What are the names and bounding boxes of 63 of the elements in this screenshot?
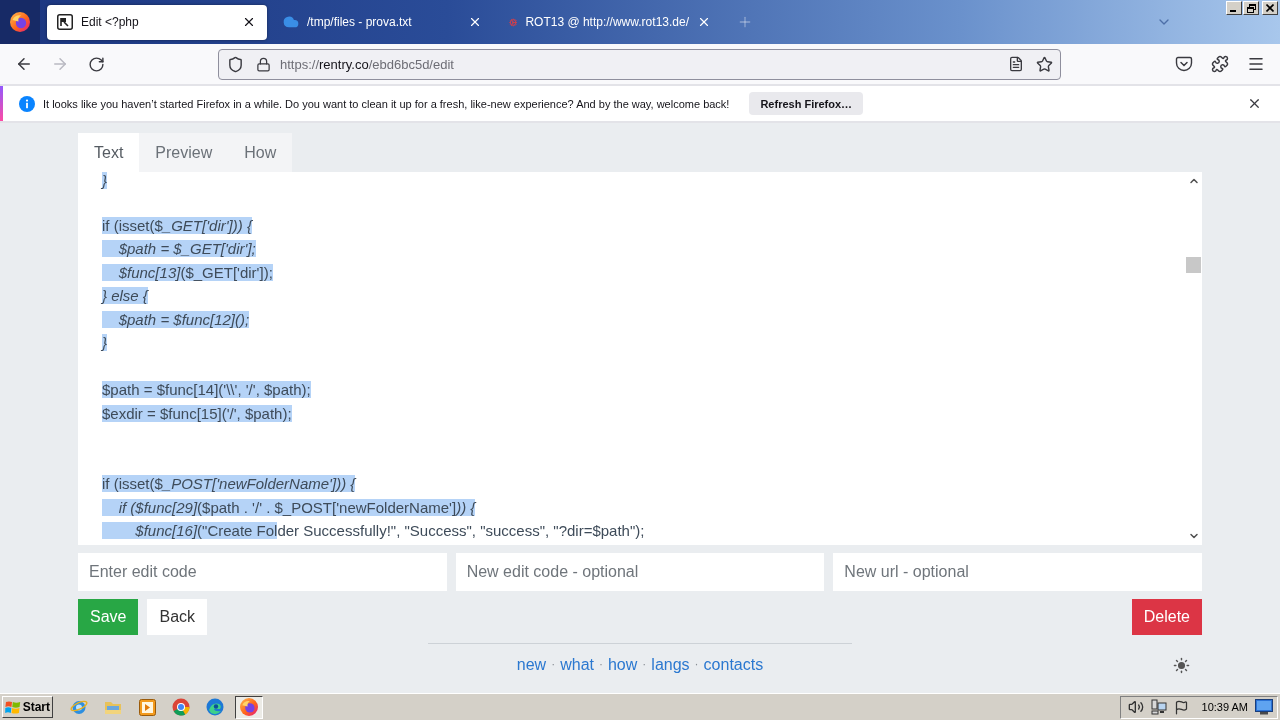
close-icon bbox=[1266, 4, 1274, 12]
document-icon[interactable] bbox=[1008, 56, 1024, 72]
speaker-icon[interactable] bbox=[1127, 699, 1144, 715]
link-separator: · bbox=[551, 657, 556, 671]
restore-icon bbox=[1246, 3, 1256, 13]
play-icon bbox=[138, 698, 156, 716]
scrollbar-thumb[interactable] bbox=[1186, 257, 1201, 273]
folder-icon bbox=[104, 699, 122, 715]
sun-icon[interactable] bbox=[1173, 656, 1190, 674]
footer-link[interactable]: how bbox=[607, 656, 638, 674]
lock-icon[interactable] bbox=[256, 56, 271, 72]
editor-tab[interactable]: Text bbox=[78, 133, 140, 172]
notification-message: It looks like you haven’t started Firefox in a while. Do you want to clean it up for a fresh, like-new experience? And by the way, welcome back! bbox=[43, 97, 730, 110]
back-button[interactable]: Back bbox=[147, 599, 208, 635]
link-separator: · bbox=[642, 657, 647, 671]
shield-icon[interactable] bbox=[227, 55, 244, 73]
close-icon bbox=[468, 15, 482, 29]
editor-tab[interactable]: Preview bbox=[139, 133, 229, 172]
four-color-flag-icon bbox=[5, 699, 21, 715]
input-field[interactable]: New edit code - optional bbox=[455, 553, 825, 591]
puzzle-icon bbox=[1211, 55, 1229, 73]
swirl-icon bbox=[206, 698, 224, 716]
link-separator: · bbox=[694, 657, 699, 671]
footer-link[interactable]: new bbox=[516, 656, 547, 674]
desktop-icon[interactable] bbox=[1255, 699, 1273, 715]
delete-button[interactable]: Delete bbox=[1131, 599, 1202, 635]
clock: 10:39 AM bbox=[1201, 701, 1248, 713]
tri-color-circle-icon bbox=[172, 698, 190, 716]
computer-icon bbox=[1150, 699, 1167, 715]
footer-link[interactable]: contacts bbox=[703, 656, 764, 674]
refresh-button[interactable]: Refresh Firefox… bbox=[749, 92, 864, 115]
restore-button[interactable] bbox=[1243, 1, 1259, 15]
address-bar[interactable]: https://rentry.co/ebd6bc5d/edit bbox=[218, 48, 1061, 80]
menu-icon bbox=[1247, 55, 1265, 73]
footer-link[interactable]: langs bbox=[651, 656, 690, 674]
reload-icon bbox=[87, 55, 105, 73]
editor-tab[interactable]: How bbox=[228, 133, 293, 172]
input-field[interactable]: Enter edit code bbox=[78, 553, 447, 591]
footer-link[interactable]: what bbox=[560, 656, 594, 674]
input-field[interactable]: New url - optional bbox=[833, 553, 1202, 591]
chevron-shield-icon[interactable] bbox=[1175, 55, 1193, 73]
forward-arrow-icon bbox=[51, 55, 69, 73]
close-icon bbox=[697, 15, 711, 29]
browser-tab[interactable]: /tmp/files - prova.txt bbox=[273, 4, 493, 40]
globe-ring-icon bbox=[70, 698, 88, 716]
link-separator: · bbox=[598, 657, 603, 671]
cloud-icon bbox=[283, 14, 299, 30]
browser-tab[interactable]: ROT13 @ http://www.rot13.de/ bbox=[499, 4, 719, 40]
star-icon[interactable] bbox=[1036, 55, 1053, 73]
info-icon bbox=[19, 95, 35, 112]
close-button[interactable] bbox=[1262, 1, 1278, 15]
browser-tab[interactable]: Edit <?php bbox=[47, 4, 267, 40]
flame-globe-icon bbox=[10, 12, 30, 32]
code-line: $func[16]("Create Folder Successfully!", "Success", "success", "?dir=$path"); bbox=[102, 519, 645, 543]
flame-globe-icon bbox=[240, 698, 258, 716]
close-icon bbox=[242, 15, 256, 29]
minimize-button[interactable] bbox=[1226, 1, 1242, 15]
start-button[interactable]: Start bbox=[2, 696, 53, 718]
plus-icon bbox=[737, 14, 753, 30]
flag-icon[interactable] bbox=[1173, 699, 1189, 715]
taskbar-app-button[interactable] bbox=[235, 695, 263, 719]
square-logo-icon bbox=[57, 14, 73, 30]
url-text[interactable]: https://rentry.co/ebd6bc5d/edit bbox=[280, 56, 454, 72]
